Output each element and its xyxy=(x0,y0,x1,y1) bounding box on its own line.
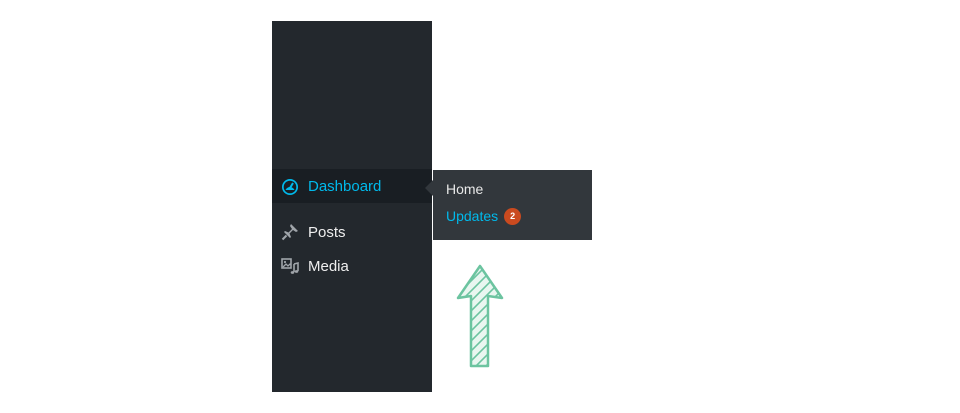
media-icon xyxy=(280,256,300,276)
dashboard-submenu-flyout: Home Updates 2 xyxy=(433,170,592,240)
sidebar-item-label: Posts xyxy=(308,223,346,241)
sidebar-item-dashboard[interactable]: Dashboard xyxy=(272,169,432,203)
submenu-item-label: Home xyxy=(446,181,484,197)
admin-sidebar: Dashboard Posts Media xyxy=(272,21,432,392)
sidebar-item-label: Media xyxy=(308,257,349,275)
sidebar-item-media[interactable]: Media xyxy=(272,249,432,283)
arrow-up-icon xyxy=(456,264,504,368)
sidebar-item-label: Dashboard xyxy=(308,177,382,195)
submenu-item-home[interactable]: Home xyxy=(446,178,483,200)
update-count-badge: 2 xyxy=(504,207,522,225)
submenu-item-updates[interactable]: Updates 2 xyxy=(446,205,522,227)
dashboard-icon xyxy=(280,176,300,196)
pin-icon xyxy=(280,222,300,242)
submenu-item-label: Updates xyxy=(446,208,499,224)
sidebar-item-posts[interactable]: Posts xyxy=(272,215,432,249)
flyout-pointer xyxy=(425,180,433,196)
